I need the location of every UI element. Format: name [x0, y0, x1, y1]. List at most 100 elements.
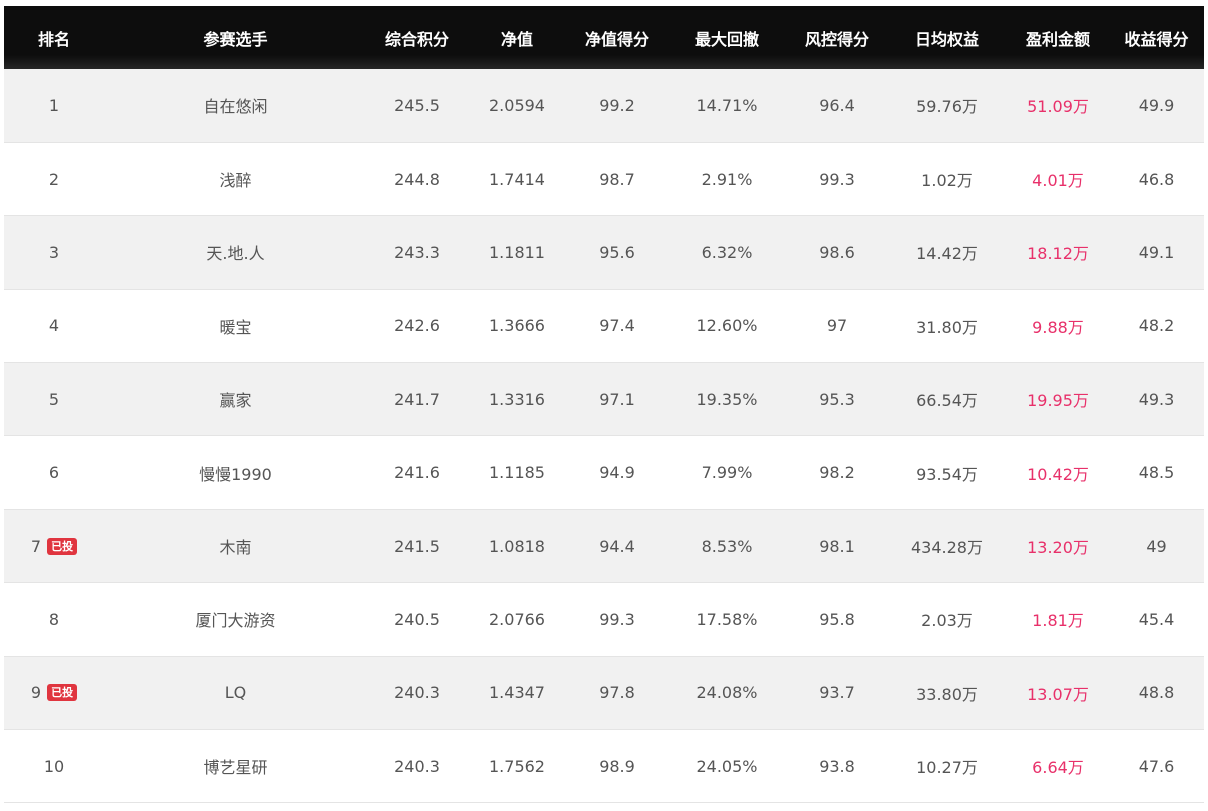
risk-score-cell: 98.2	[787, 435, 887, 510]
header-rank[interactable]: 排名	[4, 6, 104, 69]
daily-equity-cell: 59.76万	[887, 69, 1007, 143]
player-name[interactable]: 自在悠闲	[104, 69, 367, 143]
total-score-cell: 245.5	[367, 69, 467, 143]
daily-equity-cell: 66.54万	[887, 362, 1007, 437]
profit-cell: 10.42万	[1007, 435, 1109, 510]
risk-score-cell: 98.6	[787, 215, 887, 290]
rank-number: 6	[48, 463, 60, 483]
max-drawdown-cell: 24.05%	[667, 729, 787, 804]
table-row[interactable]: 8 厦门大游资 240.5 2.0766 99.3 17.58% 95.8 2.03万 1.81…	[4, 582, 1204, 657]
return-score-cell: 49	[1109, 509, 1204, 584]
header-nav[interactable]: 净值	[467, 6, 567, 69]
rank-number: 7	[30, 536, 42, 556]
header-nav-score[interactable]: 净值得分	[567, 6, 667, 69]
risk-score-cell: 96.4	[787, 69, 887, 143]
header-max-drawdown[interactable]: 最大回撤	[667, 6, 787, 69]
rank-wrap: 3	[49, 243, 59, 262]
header-return-score[interactable]: 收益得分	[1109, 6, 1204, 69]
nav-score-cell: 95.6	[567, 215, 667, 290]
table-row[interactable]: 6 慢慢1990 241.6 1.1185 94.9 7.99% 98.2 93.54万 10.…	[4, 435, 1204, 510]
total-score-cell: 240.3	[367, 656, 467, 731]
profit-cell: 51.09万	[1007, 69, 1109, 143]
player-name[interactable]: 浅醉	[104, 142, 367, 217]
player-name[interactable]: LQ	[104, 656, 367, 731]
header-row: 排名 参赛选手 综合积分 净值 净值得分 最大回撤 风控得分 日均权益 盈利金额…	[4, 6, 1204, 69]
total-score-cell: 241.6	[367, 435, 467, 510]
player-name[interactable]: 博艺星研	[104, 729, 367, 804]
rank-number: 8	[48, 609, 60, 629]
rank-wrap: 2	[49, 170, 59, 189]
rank-number: 10	[43, 756, 65, 776]
rank-number: 5	[48, 389, 60, 409]
rank-wrap: 9 已投	[31, 683, 78, 702]
total-score-cell: 241.7	[367, 362, 467, 437]
rank-cell: 6	[4, 435, 104, 510]
max-drawdown-cell: 6.32%	[667, 215, 787, 290]
profit-cell: 6.64万	[1007, 729, 1109, 804]
table-row[interactable]: 1 自在悠闲 245.5 2.0594 99.2 14.71% 96.4 59.76万 51.0…	[4, 69, 1204, 143]
header-daily-equity[interactable]: 日均权益	[887, 6, 1007, 69]
nav-cell: 1.1185	[467, 435, 567, 510]
table-row[interactable]: 4 暖宝 242.6 1.3666 97.4 12.60% 97 31.80万 9.88万 48.…	[4, 289, 1204, 364]
table-row[interactable]: 5 赢家 241.7 1.3316 97.1 19.35% 95.3 66.54万 19.95万…	[4, 362, 1204, 437]
table-row[interactable]: 9 已投 LQ 240.3 1.4347 97.8 24.08% 93.7 33.80万 13.0…	[4, 656, 1204, 731]
max-drawdown-cell: 24.08%	[667, 656, 787, 731]
table-row[interactable]: 3 天.地.人 243.3 1.1811 95.6 6.32% 98.6 14.42万 18.1…	[4, 215, 1204, 290]
rank-number: 2	[48, 169, 60, 189]
nav-score-cell: 98.7	[567, 142, 667, 217]
profit-cell: 1.81万	[1007, 582, 1109, 657]
nav-cell: 1.7562	[467, 729, 567, 804]
invested-badge: 已投	[47, 684, 78, 702]
player-name[interactable]: 木南	[104, 509, 367, 584]
return-score-cell: 48.8	[1109, 656, 1204, 731]
max-drawdown-cell: 17.58%	[667, 582, 787, 657]
return-score-cell: 49.1	[1109, 215, 1204, 290]
risk-score-cell: 93.7	[787, 656, 887, 731]
profit-cell: 13.20万	[1007, 509, 1109, 584]
return-score-cell: 48.5	[1109, 435, 1204, 510]
ranking-table: 排名 参赛选手 综合积分 净值 净值得分 最大回撤 风控得分 日均权益 盈利金额…	[4, 6, 1204, 804]
nav-cell: 1.0818	[467, 509, 567, 584]
rank-cell: 7 已投	[4, 509, 104, 584]
invested-badge: 已投	[47, 537, 78, 555]
return-score-cell: 48.2	[1109, 289, 1204, 364]
rank-number: 3	[48, 242, 60, 262]
table-row[interactable]: 7 已投 木南 241.5 1.0818 94.4 8.53% 98.1 434.28万 13.2…	[4, 509, 1204, 584]
table-row[interactable]: 10 博艺星研 240.3 1.7562 98.9 24.05% 93.8 10.27万 6.6…	[4, 729, 1204, 804]
player-name[interactable]: 厦门大游资	[104, 582, 367, 657]
nav-score-cell: 99.3	[567, 582, 667, 657]
header-total-score[interactable]: 综合积分	[367, 6, 467, 69]
max-drawdown-cell: 19.35%	[667, 362, 787, 437]
max-drawdown-cell: 2.91%	[667, 142, 787, 217]
nav-cell: 2.0594	[467, 69, 567, 143]
rank-wrap: 7 已投	[30, 536, 78, 556]
player-name[interactable]: 暖宝	[104, 289, 367, 364]
return-score-cell: 45.4	[1109, 582, 1204, 657]
nav-score-cell: 99.2	[567, 69, 667, 143]
player-name[interactable]: 赢家	[104, 362, 367, 437]
player-name[interactable]: 慢慢1990	[104, 435, 367, 510]
profit-cell: 18.12万	[1007, 215, 1109, 290]
player-name[interactable]: 天.地.人	[104, 215, 367, 290]
daily-equity-cell: 10.27万	[887, 729, 1007, 804]
max-drawdown-cell: 8.53%	[667, 509, 787, 584]
rank-wrap: 4	[49, 316, 59, 335]
header-profit[interactable]: 盈利金额	[1007, 6, 1109, 69]
rank-wrap: 5	[49, 390, 59, 409]
return-score-cell: 49.3	[1109, 362, 1204, 437]
rank-cell: 10	[4, 729, 104, 804]
total-score-cell: 241.5	[367, 509, 467, 584]
risk-score-cell: 97	[787, 289, 887, 364]
risk-score-cell: 99.3	[787, 142, 887, 217]
table-row[interactable]: 2 浅醉 244.8 1.7414 98.7 2.91% 99.3 1.02万 4.01万 46.…	[4, 142, 1204, 217]
total-score-cell: 240.3	[367, 729, 467, 804]
nav-score-cell: 94.4	[567, 509, 667, 584]
header-risk-score[interactable]: 风控得分	[787, 6, 887, 69]
profit-cell: 9.88万	[1007, 289, 1109, 364]
nav-cell: 1.3666	[467, 289, 567, 364]
nav-score-cell: 94.9	[567, 435, 667, 510]
header-player[interactable]: 参赛选手	[104, 6, 367, 69]
daily-equity-cell: 31.80万	[887, 289, 1007, 364]
nav-score-cell: 97.4	[567, 289, 667, 364]
rank-cell: 2	[4, 142, 104, 217]
